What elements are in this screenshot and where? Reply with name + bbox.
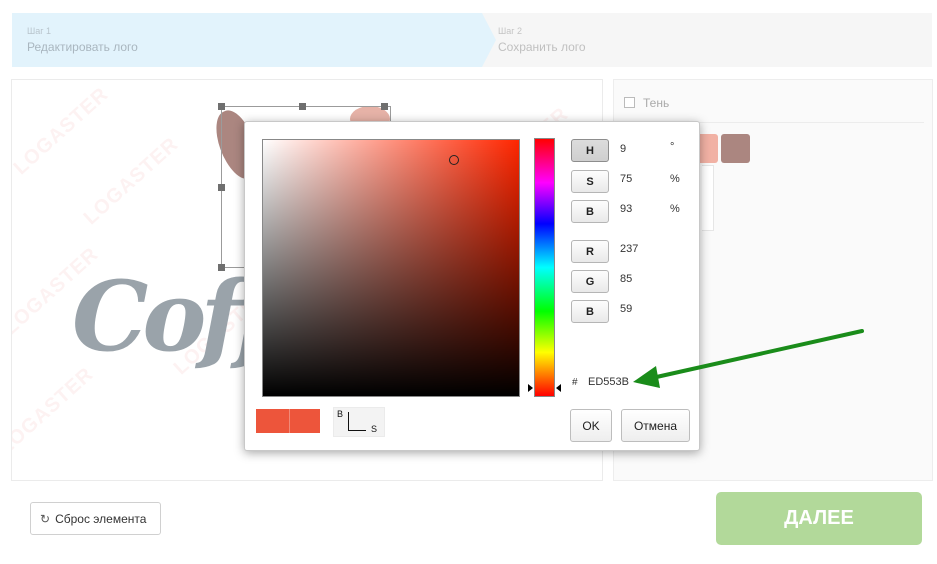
annotation-arrow	[633, 329, 864, 388]
arrow-head	[633, 366, 660, 388]
logo-editor-screen: Шаг 1 Редактировать лого Шаг 2 Сохранить…	[0, 0, 937, 564]
arrow-shaft	[650, 329, 864, 380]
